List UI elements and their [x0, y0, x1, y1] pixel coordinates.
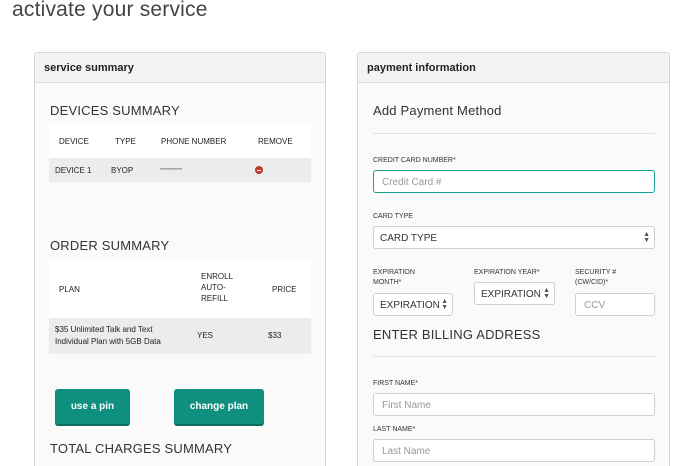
table-row: DEVICE 1 BYOP ▪▪▪▪▪▪▪▪▪▪▪ — [49, 158, 311, 182]
col-enroll-auto-refill: ENROLL AUTO-REFILL — [201, 272, 233, 303]
change-plan-button[interactable]: change plan — [174, 389, 264, 424]
credit-card-input[interactable]: Credit Card # — [373, 170, 655, 193]
device-type: BYOP — [111, 166, 134, 175]
page-title: activate your service — [12, 0, 208, 21]
phone-number-masked: ▪▪▪▪▪▪▪▪▪▪▪ — [160, 166, 182, 173]
card-type-select[interactable]: CARD TYPE ▲ ▼ — [373, 226, 655, 249]
order-table-header: PLAN ENROLL AUTO-REFILL PRICE — [49, 261, 311, 318]
devices-table-header: DEVICE TYPE PHONE NUMBER REMOVE — [49, 125, 311, 158]
device-name: DEVICE 1 — [55, 166, 92, 175]
service-summary-header: service summary — [35, 53, 325, 83]
last-name-input[interactable]: Last Name — [373, 439, 655, 462]
credit-card-label: CREDIT CARD NUMBER* — [373, 157, 456, 164]
payment-information-panel: payment information Add Payment Method C… — [357, 52, 670, 466]
expiration-month-select[interactable]: EXPIRATION ▲ ▼ — [373, 293, 453, 316]
expiration-year-label: EXPIRATION YEAR* — [474, 269, 540, 276]
order-summary-title: ORDER SUMMARY — [50, 238, 170, 253]
card-type-value: CARD TYPE — [380, 233, 438, 244]
expiration-year-value: EXPIRATION — [481, 289, 541, 300]
add-payment-method-title: Add Payment Method — [373, 103, 502, 118]
col-plan: PLAN — [59, 285, 80, 294]
price-value: $33 — [268, 331, 282, 340]
use-pin-button[interactable]: use a pin — [55, 389, 130, 424]
divider — [373, 133, 655, 134]
total-charges-title: TOTAL CHARGES SUMMARY — [50, 441, 233, 456]
remove-circle-icon[interactable] — [255, 166, 263, 174]
plan-name-line1: $35 Unlimited Talk and Text — [55, 325, 153, 334]
security-code-label: SECURITY # (CW/CID)* — [575, 269, 617, 286]
col-phone-number: PHONE NUMBER — [161, 137, 227, 146]
last-name-label: LAST NAME* — [373, 426, 416, 433]
col-device: DEVICE — [59, 137, 89, 146]
col-price: PRICE — [272, 285, 297, 294]
devices-summary-title: DEVICES SUMMARY — [50, 103, 180, 118]
select-arrows-icon: ▲ ▼ — [441, 298, 448, 311]
col-type: TYPE — [115, 137, 136, 146]
payment-information-header: payment information — [358, 53, 669, 83]
divider — [373, 356, 655, 357]
card-type-label: CARD TYPE — [373, 213, 413, 220]
first-name-label: FIRST NAME* — [373, 380, 418, 387]
expiration-year-select[interactable]: EXPIRATION ▲ ▼ — [474, 282, 555, 305]
service-summary-panel: service summary DEVICES SUMMARY DEVICE T… — [34, 52, 326, 466]
security-code-input[interactable]: CCV — [575, 293, 655, 316]
first-name-input[interactable]: First Name — [373, 393, 655, 416]
col-remove: REMOVE — [258, 137, 293, 146]
expiration-month-value: EXPIRATION — [380, 300, 440, 311]
plan-name-line2: Individual Plan with 5GB Data — [55, 337, 161, 346]
select-arrows-icon: ▲ ▼ — [543, 287, 550, 300]
billing-address-title: ENTER BILLING ADDRESS — [373, 327, 541, 342]
enroll-value: YES — [197, 331, 214, 340]
select-arrows-icon: ▲ ▼ — [643, 231, 650, 244]
expiration-month-label: EXPIRATION MONTH* — [373, 269, 415, 286]
table-row: $35 Unlimited Talk and Text Individual P… — [49, 318, 311, 354]
